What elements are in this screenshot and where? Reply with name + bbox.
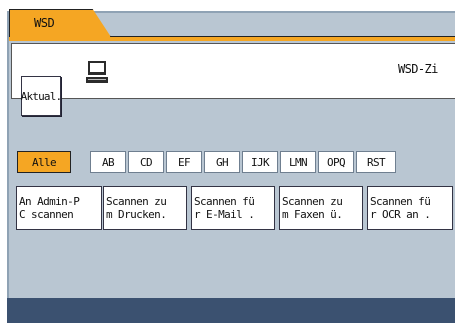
destination-title: WSD-Zi — [398, 62, 438, 76]
refresh-button[interactable]: Aktual. — [21, 76, 62, 116]
destination-button[interactable]: Scannen zu m Drucken. — [103, 186, 187, 230]
destination-info-strip — [11, 43, 455, 99]
destination-button[interactable]: Scannen zu m Faxen ü. — [279, 186, 363, 230]
filter-alle[interactable]: Alle — [17, 151, 71, 173]
filter-ab[interactable]: AB — [90, 151, 126, 173]
destination-button[interactable]: Scannen fü r OCR an . — [367, 186, 453, 230]
filter-gh[interactable]: GH — [204, 151, 240, 173]
computer-icon — [86, 60, 110, 86]
tab-wsd[interactable]: WSD — [9, 9, 111, 37]
filter-cd[interactable]: CD — [128, 151, 164, 173]
filter-ijk[interactable]: IJK — [242, 151, 278, 173]
filter-opq[interactable]: OPQ — [318, 151, 354, 173]
tab-label: WSD — [34, 16, 55, 30]
filter-lmn[interactable]: LMN — [280, 151, 316, 173]
filter-ef[interactable]: EF — [166, 151, 202, 173]
filter-rst[interactable]: RST — [356, 151, 396, 173]
scanner-panel-screen: WSD Aktual. WSD-Zi Alle AB CD EF GH IJK … — [0, 0, 455, 323]
footer-bar — [7, 298, 455, 323]
tab-shape — [9, 9, 111, 37]
destination-button[interactable]: Scannen fü r E-Mail . — [191, 186, 275, 230]
destination-button[interactable]: An Admin-P C scannen — [16, 186, 102, 230]
